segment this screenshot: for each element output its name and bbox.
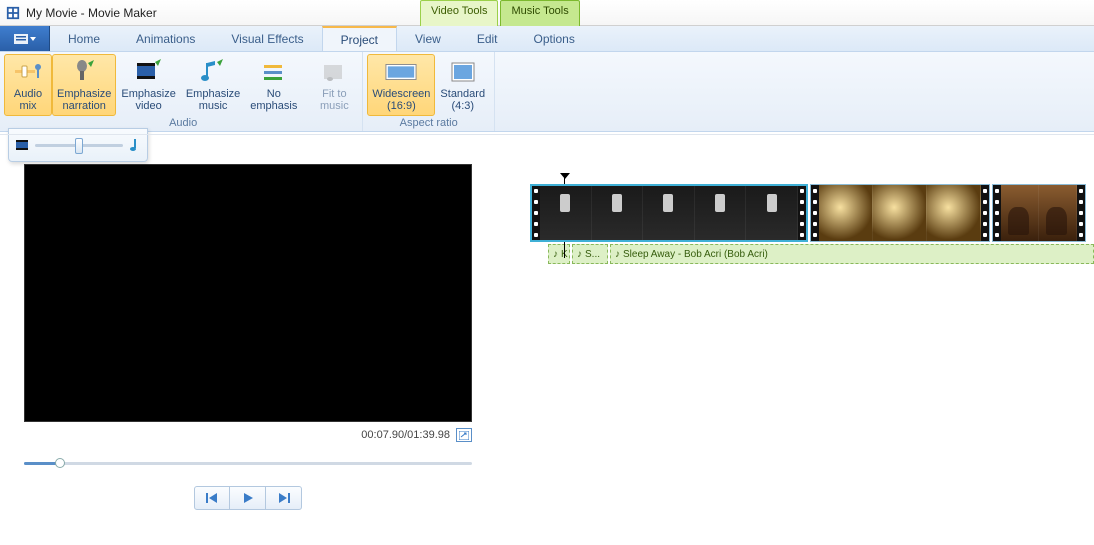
emph-music-label-1: Emphasize <box>186 88 240 100</box>
fullscreen-icon <box>459 431 469 440</box>
main-area: 00:07.90/01:39.98 <box>0 132 1094 545</box>
widescreen-icon <box>385 58 417 86</box>
video-clip-2[interactable] <box>810 184 990 242</box>
play-icon <box>242 492 254 504</box>
audio-clip-1[interactable]: ♪K <box>548 244 570 264</box>
emphasize-music-button[interactable]: Emphasizemusic <box>181 54 245 116</box>
audio-mix-label-1: Audio <box>14 88 42 100</box>
fit-music-icon <box>318 58 350 86</box>
music-note-icon <box>129 138 141 152</box>
standard-aspect-button[interactable]: Standard(4:3) <box>435 54 490 116</box>
preview-timecode: 00:07.90/01:39.98 <box>361 429 450 441</box>
video-clip-1[interactable] <box>530 184 808 242</box>
audio-mix-button[interactable]: Audiomix <box>4 54 52 116</box>
seek-bar[interactable] <box>24 454 472 472</box>
standard-aspect-icon <box>447 58 479 86</box>
music-note-up-icon <box>197 58 229 86</box>
no-emph-label-2: emphasis <box>250 100 297 112</box>
tab-visual-effects[interactable]: Visual Effects <box>213 26 321 51</box>
window-title: My Movie - Movie Maker <box>26 6 157 20</box>
audio-track: ♪K ♪S... ♪Sleep Away - Bob Acri (Bob Acr… <box>548 244 1094 264</box>
emph-narration-label-1: Emphasize <box>57 88 111 100</box>
tab-home[interactable]: Home <box>50 26 118 51</box>
note-icon: ♪ <box>615 249 620 260</box>
contextual-tab-music-tools[interactable]: Music Tools <box>500 0 579 26</box>
next-frame-button[interactable] <box>266 486 302 510</box>
equalizer-icon <box>258 58 290 86</box>
fullscreen-button[interactable] <box>456 428 472 442</box>
audio-mix-label-2: mix <box>19 100 36 112</box>
widescreen-label-1: Widescreen <box>372 88 430 100</box>
emph-video-label-1: Emphasize <box>121 88 175 100</box>
video-track <box>530 184 1094 242</box>
fit-to-music-button: Fit tomusic <box>310 54 358 116</box>
seek-knob[interactable] <box>55 458 65 468</box>
tab-animations[interactable]: Animations <box>118 26 213 51</box>
prev-frame-icon <box>205 492 219 504</box>
audio-clip-3-label: Sleep Away - Bob Acri (Bob Acri) <box>623 249 768 260</box>
standard-label-2: (4:3) <box>451 100 474 112</box>
widescreen-label-2: (16:9) <box>387 100 416 112</box>
emphasize-video-button[interactable]: Emphasizevideo <box>116 54 180 116</box>
preview-video[interactable] <box>24 164 472 422</box>
emph-narration-label-2: narration <box>63 100 106 112</box>
widescreen-button[interactable]: Widescreen(16:9) <box>367 54 435 116</box>
ribbon-tabs: Home Animations Visual Effects Project V… <box>0 26 1094 52</box>
audio-mix-icon <box>12 58 44 86</box>
emphasize-narration-button[interactable]: Emphasizenarration <box>52 54 116 116</box>
standard-label-1: Standard <box>440 88 485 100</box>
microphone-icon <box>68 58 100 86</box>
fit-music-label-1: Fit to <box>322 88 346 100</box>
audio-clip-2-label: S... <box>585 249 600 260</box>
slider-thumb[interactable] <box>75 138 83 154</box>
audio-balance-slider[interactable] <box>35 144 123 147</box>
ribbon-content: Audiomix Emphasizenarration Emphasizevid… <box>0 52 1094 132</box>
emph-video-label-2: video <box>135 100 161 112</box>
preview-pane: 00:07.90/01:39.98 <box>0 132 500 545</box>
aspect-group-label: Aspect ratio <box>367 116 490 131</box>
emph-music-label-2: music <box>199 100 228 112</box>
film-up-icon <box>133 58 165 86</box>
tab-options[interactable]: Options <box>516 26 593 51</box>
titlebar: My Movie - Movie Maker Video Tools Music… <box>0 0 1094 26</box>
app-icon <box>6 6 20 20</box>
fit-music-label-2: music <box>320 100 349 112</box>
tab-project[interactable]: Project <box>322 26 397 51</box>
note-icon: ♪ <box>577 249 582 260</box>
prev-frame-button[interactable] <box>194 486 230 510</box>
no-emphasis-button[interactable]: Noemphasis <box>245 54 302 116</box>
video-clip-3[interactable] <box>992 184 1086 242</box>
play-button[interactable] <box>230 486 266 510</box>
film-icon <box>15 138 29 152</box>
audio-clip-3[interactable]: ♪Sleep Away - Bob Acri (Bob Acri) <box>610 244 1094 264</box>
file-menu-button[interactable] <box>0 26 50 51</box>
contextual-tab-video-tools[interactable]: Video Tools <box>420 0 498 26</box>
timeline-pane: ♪K ♪S... ♪Sleep Away - Bob Acri (Bob Acr… <box>500 132 1094 545</box>
audio-clip-2[interactable]: ♪S... <box>572 244 608 264</box>
next-frame-icon <box>277 492 291 504</box>
transport-controls <box>24 486 472 510</box>
tab-view[interactable]: View <box>397 26 459 51</box>
no-emph-label-1: No <box>267 88 281 100</box>
note-icon: ♪ <box>553 249 558 260</box>
tab-edit[interactable]: Edit <box>459 26 516 51</box>
